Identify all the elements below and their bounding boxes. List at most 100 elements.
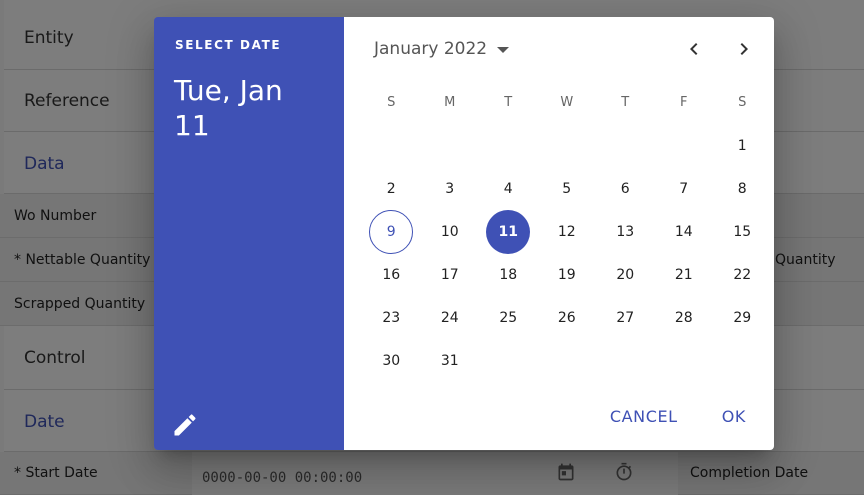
calendar-day-cell: 24 bbox=[421, 296, 480, 339]
chevron-right-icon[interactable] bbox=[732, 37, 756, 61]
day-button[interactable]: 8 bbox=[720, 167, 764, 211]
day-button[interactable]: 28 bbox=[662, 296, 706, 340]
day-button[interactable]: 23 bbox=[369, 296, 413, 340]
caret-down-icon bbox=[497, 47, 510, 53]
day-button[interactable]: 18 bbox=[486, 253, 530, 297]
day-button[interactable]: 26 bbox=[545, 296, 589, 340]
weekday-label: F bbox=[680, 95, 688, 110]
day-button[interactable]: 25 bbox=[486, 296, 530, 340]
day-button[interactable]: 22 bbox=[720, 253, 764, 297]
calendar-day-cell: 16 bbox=[362, 253, 421, 296]
empty-day bbox=[603, 339, 647, 383]
day-button[interactable]: 5 bbox=[545, 167, 589, 211]
day-button-selected[interactable]: 11 bbox=[486, 209, 531, 254]
calendar-day-cell bbox=[421, 124, 480, 167]
calendar-day-cell: 29 bbox=[713, 296, 772, 339]
date-picker-body: January 2022 SMTWTFS 1 2 3 4 5 6 7 8 9 10 11 12 13 14… bbox=[344, 17, 774, 450]
calendar-day-cell: 31 bbox=[421, 339, 480, 382]
day-button[interactable]: 4 bbox=[486, 167, 530, 211]
empty-day bbox=[486, 339, 530, 383]
calendar-day-cell: 20 bbox=[596, 253, 655, 296]
calendar-day-cell: 22 bbox=[713, 253, 772, 296]
day-button[interactable]: 29 bbox=[720, 296, 764, 340]
calendar-day-cell: 2 bbox=[362, 167, 421, 210]
empty-day bbox=[603, 124, 647, 168]
calendar-day-cell bbox=[596, 339, 655, 382]
calendar-week-row: 9 10 11 12 13 14 15 bbox=[362, 209, 772, 254]
day-button[interactable]: 17 bbox=[428, 253, 472, 297]
day-button[interactable]: 19 bbox=[545, 253, 589, 297]
day-button-today[interactable]: 9 bbox=[369, 209, 414, 254]
weekday-label: T bbox=[621, 95, 630, 110]
date-picker-header: SELECT DATE Tue, Jan 11 bbox=[154, 17, 344, 450]
empty-day bbox=[545, 339, 589, 383]
empty-day bbox=[428, 124, 472, 168]
calendar-day-cell: 19 bbox=[538, 253, 597, 296]
calendar-day-cell bbox=[713, 339, 772, 382]
day-button[interactable]: 21 bbox=[662, 253, 706, 297]
empty-day bbox=[720, 339, 764, 383]
calendar-day-cell bbox=[538, 339, 597, 382]
day-button[interactable]: 2 bbox=[369, 167, 413, 211]
day-button[interactable]: 3 bbox=[428, 167, 472, 211]
day-button[interactable]: 30 bbox=[369, 339, 413, 383]
calendar-day-cell: 21 bbox=[655, 253, 714, 296]
calendar-day-cell: 6 bbox=[596, 167, 655, 210]
ok-button[interactable]: OK bbox=[714, 403, 754, 430]
calendar-grid: 1 2 3 4 5 6 7 8 9 10 11 12 13 14 15 16 17 18 19 20 21 22 23 24 2… bbox=[362, 124, 772, 382]
calendar-day-cell: 11 bbox=[479, 209, 538, 254]
day-button[interactable]: 14 bbox=[662, 210, 706, 254]
calendar-day-cell: 26 bbox=[538, 296, 597, 339]
pencil-icon[interactable] bbox=[171, 411, 199, 439]
day-button[interactable]: 6 bbox=[603, 167, 647, 211]
day-button[interactable]: 15 bbox=[720, 210, 764, 254]
calendar-day-cell: 30 bbox=[362, 339, 421, 382]
select-date-overline: SELECT DATE bbox=[175, 38, 282, 52]
day-button[interactable]: 10 bbox=[428, 210, 472, 254]
calendar-day-cell bbox=[596, 124, 655, 167]
calendar-day-cell: 7 bbox=[655, 167, 714, 210]
calendar-day-cell: 1 bbox=[713, 124, 772, 167]
calendar-day-cell bbox=[362, 124, 421, 167]
date-picker-dialog: SELECT DATE Tue, Jan 11 January 2022 S M T… bbox=[154, 17, 774, 450]
weekday-header: SMTWTFS bbox=[362, 95, 772, 110]
calendar-week-row: 16 17 18 19 20 21 22 bbox=[362, 253, 772, 296]
weekday-label: S bbox=[387, 95, 396, 110]
weekday-label: T bbox=[504, 95, 513, 110]
calendar-day-cell: 14 bbox=[655, 210, 714, 253]
empty-day bbox=[486, 124, 530, 168]
weekday-label: W bbox=[560, 95, 574, 110]
calendar-day-cell bbox=[479, 339, 538, 382]
day-button[interactable]: 16 bbox=[369, 253, 413, 297]
cancel-button[interactable]: CANCEL bbox=[602, 403, 686, 430]
weekday-label: S bbox=[738, 95, 747, 110]
calendar-day-cell bbox=[655, 124, 714, 167]
day-button[interactable]: 24 bbox=[428, 296, 472, 340]
calendar-day-cell: 23 bbox=[362, 296, 421, 339]
empty-day bbox=[369, 124, 413, 168]
day-button[interactable]: 7 bbox=[662, 167, 706, 211]
day-button[interactable]: 20 bbox=[603, 253, 647, 297]
day-button[interactable]: 31 bbox=[428, 339, 472, 383]
calendar-day-cell: 3 bbox=[421, 167, 480, 210]
dialog-actions: CANCEL OK bbox=[602, 403, 754, 430]
calendar-week-row: 2345678 bbox=[362, 167, 772, 210]
calendar-day-cell bbox=[655, 339, 714, 382]
selected-date-title: Tue, Jan 11 bbox=[174, 74, 283, 142]
weekday-label: M bbox=[444, 95, 456, 110]
month-year-selector[interactable]: January 2022 bbox=[374, 39, 510, 59]
calendar-day-cell: 25 bbox=[479, 296, 538, 339]
calendar-day-cell: 15 bbox=[713, 210, 772, 253]
day-button[interactable]: 27 bbox=[603, 296, 647, 340]
chevron-left-icon[interactable] bbox=[682, 37, 706, 61]
calendar-day-cell: 12 bbox=[538, 210, 597, 253]
day-button[interactable]: 12 bbox=[545, 210, 589, 254]
calendar-day-cell: 27 bbox=[596, 296, 655, 339]
calendar-day-cell: 17 bbox=[421, 253, 480, 296]
calendar-day-cell: 10 bbox=[421, 210, 480, 253]
calendar-day-cell: 4 bbox=[479, 167, 538, 210]
day-button[interactable]: 13 bbox=[603, 210, 647, 254]
calendar-week-row: 30 31 bbox=[362, 339, 772, 382]
empty-day bbox=[545, 124, 589, 168]
day-button[interactable]: 1 bbox=[720, 124, 764, 168]
